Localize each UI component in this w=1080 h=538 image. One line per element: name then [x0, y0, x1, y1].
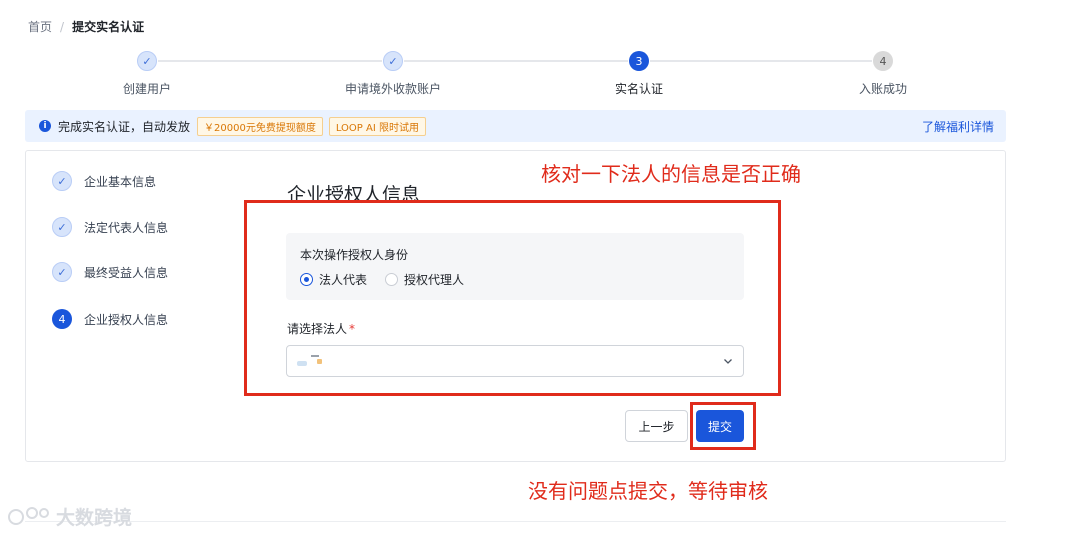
watermark: 大数跨境	[8, 503, 132, 530]
side-step-company-info[interactable]: ✓ 企业基本信息	[52, 171, 156, 191]
breadcrumb-home-link[interactable]: 首页	[28, 18, 52, 35]
side-step-label: 企业基本信息	[84, 174, 157, 189]
side-step-label: 法定代表人信息	[84, 220, 169, 235]
page: 首页 / 提交实名认证 ✓ ✓ 3 4 创建用户 申请境外收款账户 实名认证 入…	[0, 0, 1080, 538]
benefit-banner: i 完成实名认证，自动发放 ￥20000元免费提现额度 LOOP AI 限时试用…	[25, 110, 1006, 142]
side-step-label: 企业授权人信息	[84, 312, 169, 327]
step-4-node: 4	[873, 51, 893, 71]
footer-divider	[25, 521, 1006, 522]
watermark-logo-icon	[8, 506, 49, 525]
annotation-box-submit	[690, 402, 756, 450]
step-connector	[404, 60, 628, 62]
step-connector	[650, 60, 872, 62]
step-2-check-icon: ✓	[383, 51, 403, 71]
step-1-check-icon: ✓	[137, 51, 157, 71]
breadcrumb: 首页 / 提交实名认证	[28, 18, 144, 35]
tag-loop-ai-trial: LOOP AI 限时试用	[328, 116, 426, 136]
step-label-apply-account: 申请境外收款账户	[344, 82, 442, 96]
step-3-node: 3	[629, 51, 649, 71]
step-connector	[158, 60, 382, 62]
side-step-legal-rep[interactable]: ✓ 法定代表人信息	[52, 217, 168, 237]
side-step-label: 最终受益人信息	[84, 265, 169, 280]
banner-text: 完成实名认证，自动发放	[58, 119, 191, 134]
side-step-beneficiary[interactable]: ✓ 最终受益人信息	[52, 262, 168, 282]
annotation-box-form	[244, 200, 781, 396]
side-step-authorized-person[interactable]: 4 企业授权人信息	[52, 309, 168, 329]
check-icon: ✓	[52, 171, 72, 191]
annotation-submit-hint: 没有问题点提交，等待审核	[528, 479, 768, 503]
benefit-details-link[interactable]: 了解福利详情	[922, 118, 994, 135]
step-number-badge: 4	[52, 309, 72, 329]
step-label-success: 入账成功	[858, 82, 908, 96]
progress-stepper: ✓ ✓ 3 4 创建用户 申请境外收款账户 实名认证 入账成功	[0, 50, 1080, 100]
breadcrumb-current: 提交实名认证	[72, 20, 145, 34]
step-label-create-user: 创建用户	[122, 82, 172, 96]
breadcrumb-separator: /	[60, 19, 65, 34]
check-icon: ✓	[52, 217, 72, 237]
check-icon: ✓	[52, 262, 72, 282]
tag-cashout-quota: ￥20000元免费提现额度	[197, 116, 323, 136]
annotation-check-info: 核对一下法人的信息是否正确	[541, 162, 801, 186]
previous-step-button[interactable]: 上一步	[625, 410, 688, 442]
watermark-text: 大数跨境	[56, 507, 133, 529]
step-label-verification: 实名认证	[614, 82, 664, 96]
info-icon: i	[39, 120, 51, 132]
